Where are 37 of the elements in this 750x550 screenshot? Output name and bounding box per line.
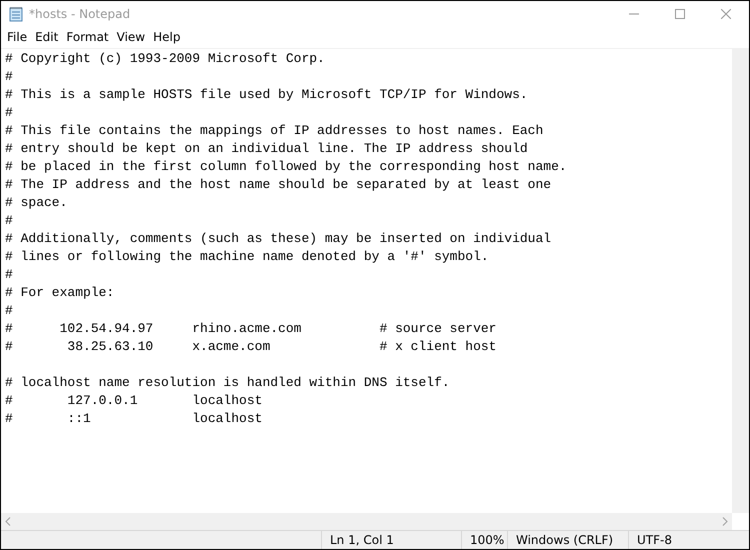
text-line: # The IP address and the host name should be separated by at least one [5,176,552,194]
text-line: # be placed in the first column followed by the corresponding host name. [5,158,568,176]
text-line: # space. [5,194,68,212]
scroll-left-icon[interactable] [5,517,11,526]
menu-item[interactable]: Help [149,30,184,44]
close-icon[interactable] [721,8,731,18]
text-line: # [5,104,14,122]
text-line: # Copyright (c) 1993-2009 Microsoft Corp. [5,50,326,68]
text-line: # [5,68,14,86]
notepad-icon [9,6,23,22]
text-line: # Additionally, comments (such as these) may be inserted on individual [5,230,552,248]
text-line: # [5,302,14,320]
status-text: Windows (CRLF) [507,531,628,549]
window-title: *hosts - Notepad [29,6,132,20]
text-line: # [5,266,14,284]
status-text: Ln 1, Col 1 [321,531,461,549]
text-line: # This file contains the mappings of IP addresses to host names. Each [5,122,544,140]
status-text: 100% [461,531,507,549]
text-line: # 38.25.63.10 x.acme.com # x client host [5,338,498,356]
menu-item[interactable]: Edit [31,30,62,44]
text-line: # ::1 localhost [5,410,264,428]
text-line: # lines or following the machine name denoted by a '#' symbol. [5,248,490,266]
status-text: UTF-8 [628,531,728,549]
text-line: # For example: [5,284,116,302]
text-line: # 102.54.94.97 rhino.acme.com # source server [5,320,498,338]
text-line: # entry should be kept on an individual line. The IP address should [5,140,529,158]
horizontal-scrollbar[interactable] [1,513,732,530]
menu-item[interactable]: Format [62,30,113,44]
menu-item[interactable]: View [112,30,150,44]
vertical-scrollbar[interactable] [732,49,749,513]
menu-item[interactable]: File [3,30,32,44]
text-line: # [5,212,14,230]
maximize-icon[interactable] [675,8,685,18]
text-line: # 127.0.0.1 localhost [5,392,264,410]
scroll-right-icon[interactable] [722,517,728,526]
text-line: # localhost name resolution is handled within DNS itself. [5,374,451,392]
text-line: # This is a sample HOSTS file used by Microsoft TCP/IP for Windows. [5,86,529,104]
